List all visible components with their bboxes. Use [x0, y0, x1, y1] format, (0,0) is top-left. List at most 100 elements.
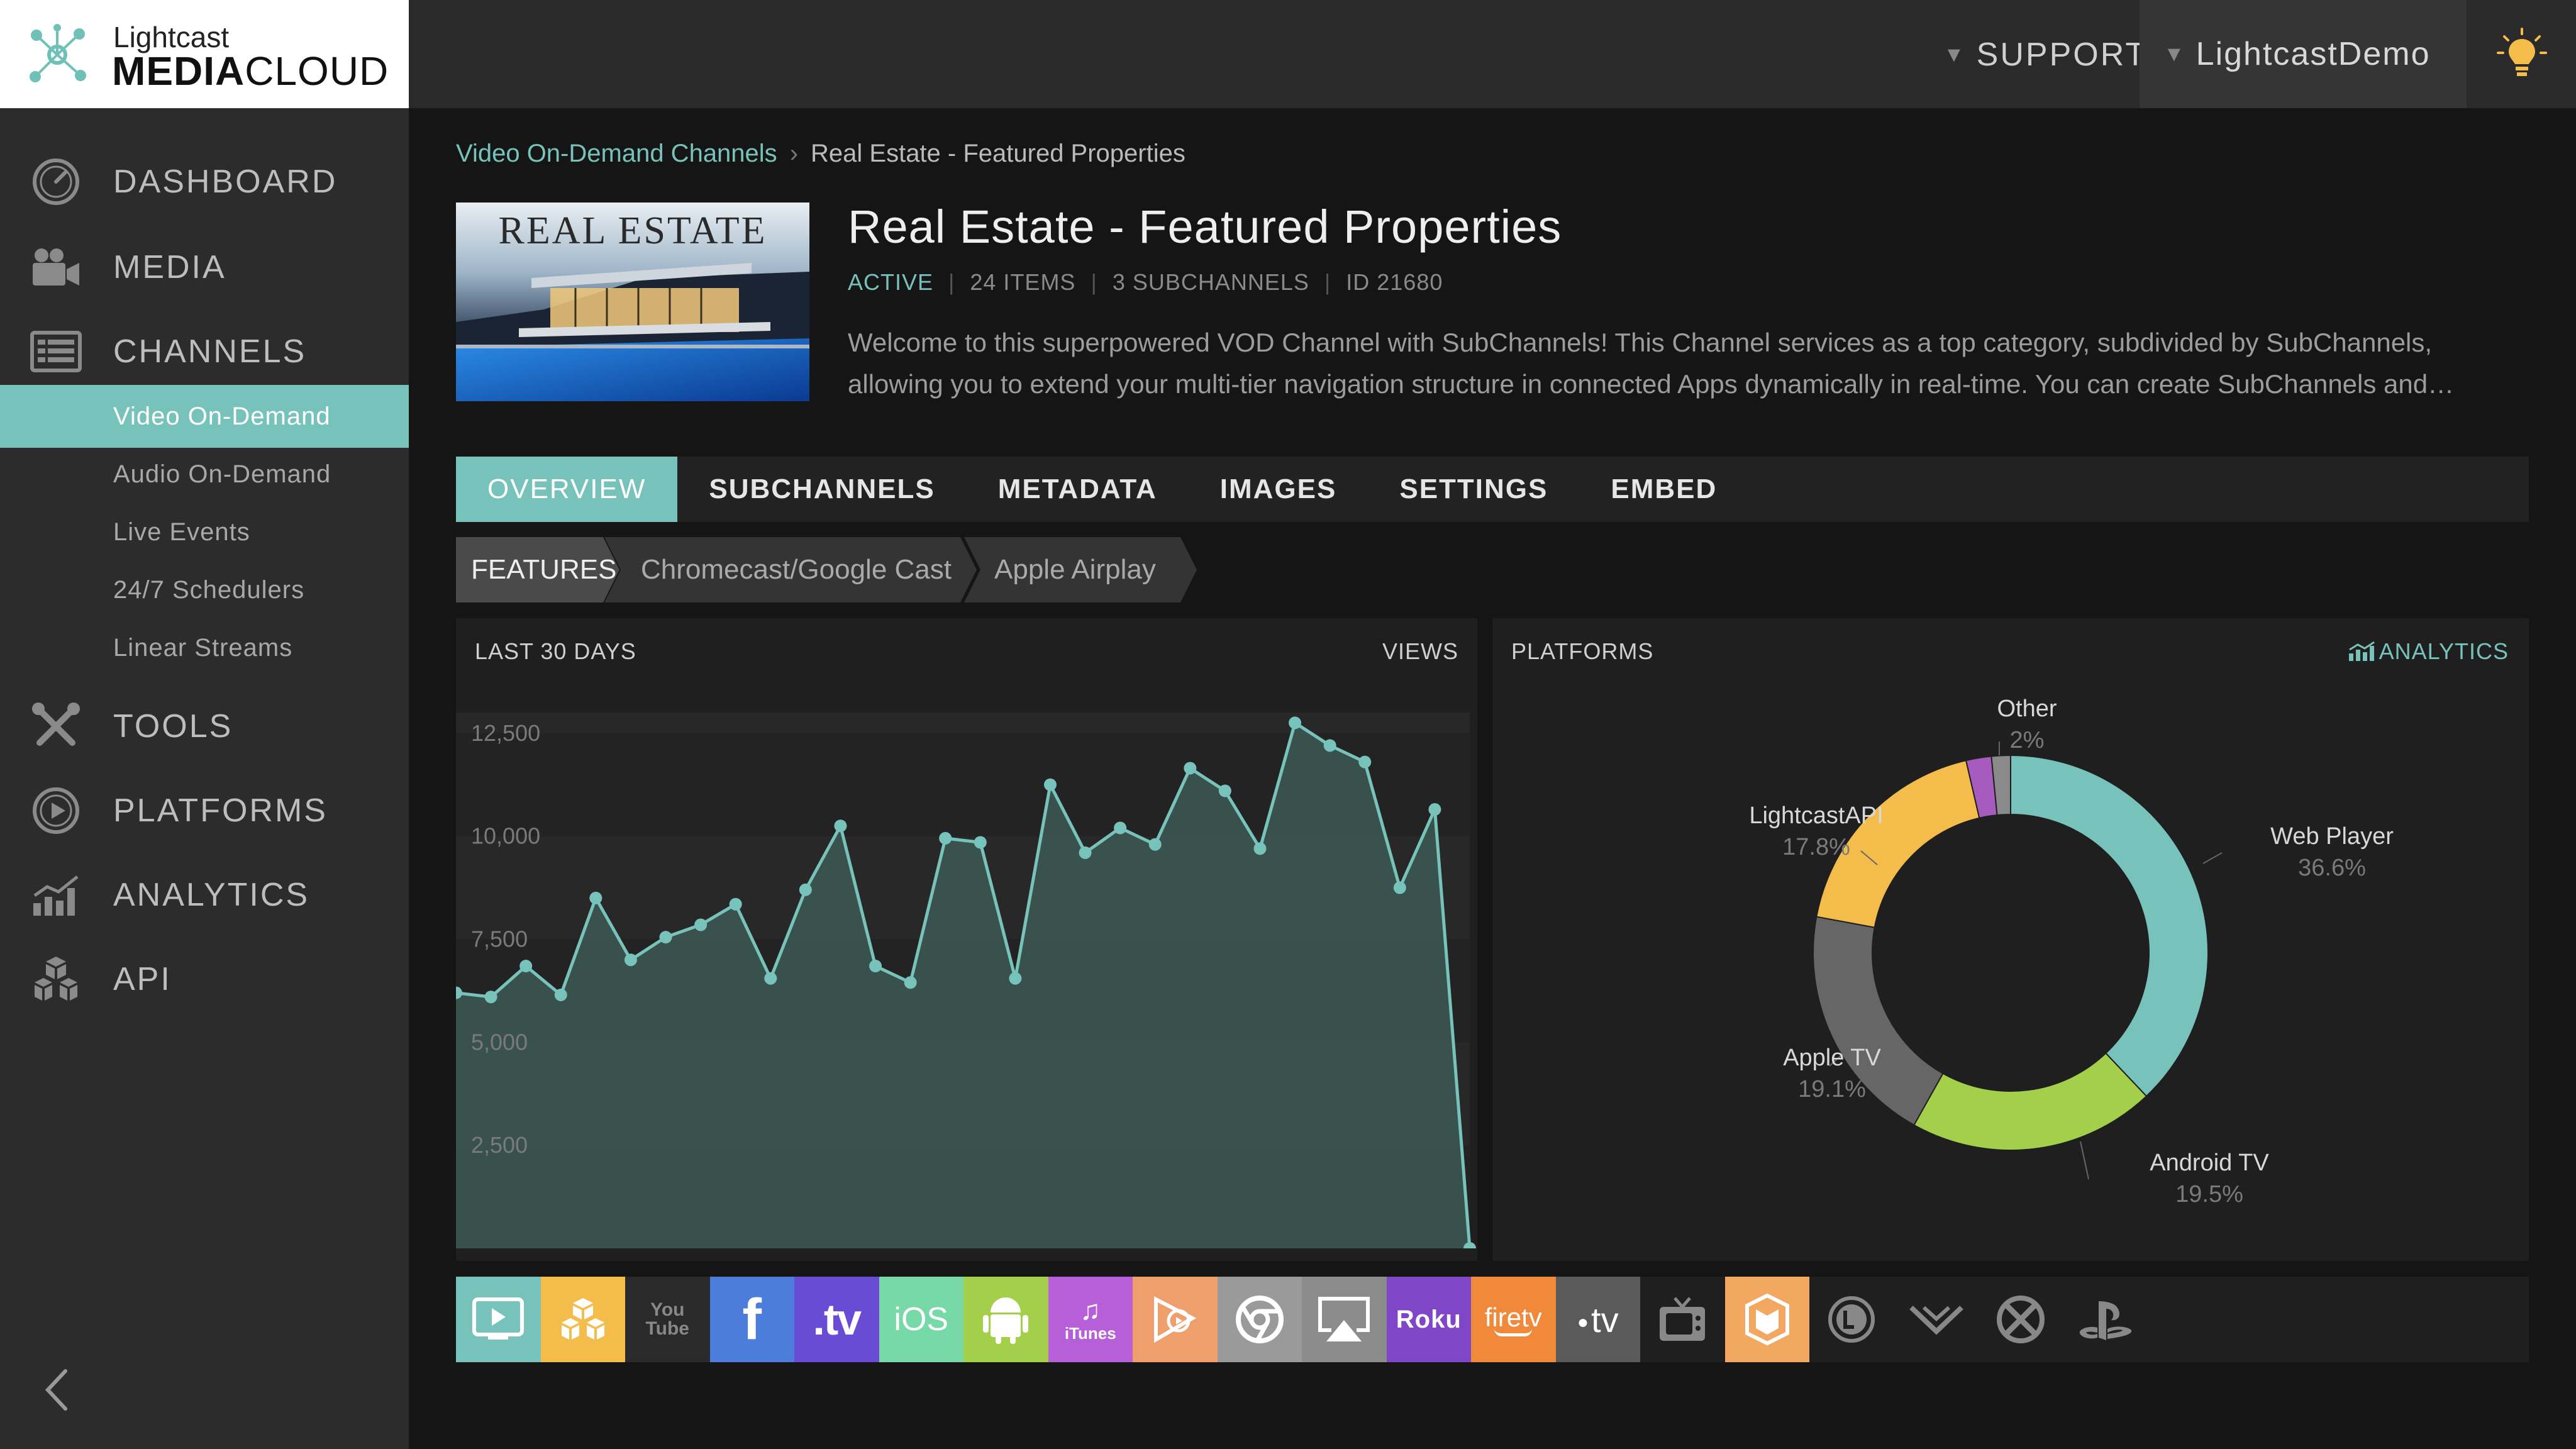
sidebar-item-dashboard[interactable]: DASHBOARD — [0, 147, 409, 216]
tab-subchannels[interactable]: SUBCHANNELS — [677, 457, 966, 522]
data-point[interactable] — [869, 960, 882, 973]
tv-player-icon[interactable] — [456, 1277, 541, 1362]
youtube-icon[interactable]: You Tube — [625, 1277, 710, 1362]
tab-settings[interactable]: SETTINGS — [1368, 457, 1579, 522]
data-point[interactable] — [1043, 778, 1057, 791]
playstation-icon[interactable] — [2063, 1277, 2148, 1362]
roku-icon[interactable]: Roku — [1386, 1277, 1471, 1362]
data-point[interactable] — [624, 953, 637, 967]
channels-icon — [30, 326, 82, 377]
android-icon[interactable] — [963, 1277, 1048, 1362]
sidebar-subitem-live-events[interactable]: Live Events — [0, 501, 409, 564]
sidebar-item-label: DASHBOARD — [113, 164, 338, 200]
sidebar-subitem-audio-on-demand[interactable]: Audio On-Demand — [0, 443, 409, 506]
data-point[interactable] — [834, 819, 847, 833]
xbox-icon[interactable] — [1979, 1277, 2063, 1362]
lg-icon[interactable] — [1809, 1277, 1894, 1362]
channel-meta: ACTIVE | 24 ITEMS | 3 SUBCHANNELS | ID 2… — [848, 269, 1443, 296]
google-play-icon[interactable] — [1133, 1277, 1218, 1362]
data-point[interactable] — [1323, 739, 1336, 752]
donut-slice[interactable] — [2010, 754, 2209, 1097]
sidebar-item-platforms[interactable]: PLATFORMS — [0, 776, 409, 845]
sidebar-item-analytics[interactable]: ANALYTICS — [0, 860, 409, 930]
data-point[interactable] — [1148, 838, 1162, 851]
sidebar-item-label: ANALYTICS — [113, 877, 310, 913]
data-point[interactable] — [1184, 762, 1197, 775]
dot-tv-label: .tv — [813, 1295, 862, 1344]
sidebar-item-channels[interactable]: CHANNELS — [0, 317, 409, 386]
data-point[interactable] — [694, 918, 708, 931]
data-point[interactable] — [659, 931, 672, 944]
sidebar-item-api[interactable]: API — [0, 945, 409, 1014]
slice-label: LightcastAPI — [1749, 802, 1883, 829]
vizio-icon[interactable] — [1894, 1277, 1979, 1362]
data-point[interactable] — [589, 891, 602, 904]
cubes-platform-icon[interactable] — [540, 1277, 625, 1362]
data-point[interactable] — [1428, 803, 1441, 816]
data-point[interactable] — [729, 897, 742, 911]
collapse-sidebar-chevron-icon[interactable] — [38, 1365, 75, 1415]
platforms-donut-chart: Web Player 36.6% Android TV 19.5% Apple TV 19… — [1749, 696, 2394, 1208]
brand-logo[interactable]: Lightcast MEDIACLOUD — [0, 0, 409, 108]
leader-line — [2080, 1141, 2089, 1180]
lightbulb-icon[interactable] — [2497, 28, 2547, 80]
slice-label: Apple TV — [1783, 1045, 1881, 1071]
data-point[interactable] — [1393, 881, 1406, 894]
meta-divider: | — [948, 269, 955, 295]
data-point[interactable] — [1079, 846, 1092, 859]
breadcrumb-parent-link[interactable]: Video On-Demand Channels — [456, 140, 777, 168]
data-point[interactable] — [939, 831, 952, 845]
slice-percent: 19.1% — [1798, 1076, 1866, 1102]
sidebar-item-tools[interactable]: TOOLS — [0, 692, 409, 761]
chart-band — [456, 713, 1470, 733]
data-point[interactable] — [1358, 755, 1372, 769]
data-point[interactable] — [764, 972, 777, 985]
slice-percent: 36.6% — [2298, 855, 2366, 881]
data-point[interactable] — [1218, 784, 1231, 797]
retro-tv-icon[interactable] — [1640, 1277, 1725, 1362]
sidebar-subitem-schedulers[interactable]: 24/7 Schedulers — [0, 558, 409, 621]
roku-label: Roku — [1396, 1305, 1462, 1333]
sidebar-subitem-video-on-demand[interactable]: Video On-Demand — [0, 385, 409, 448]
data-point[interactable] — [1114, 821, 1127, 835]
box-platform-icon[interactable] — [1724, 1277, 1809, 1362]
dot-tv-icon[interactable]: .tv — [794, 1277, 879, 1362]
data-point[interactable] — [974, 836, 987, 849]
airplay-icon[interactable] — [1302, 1277, 1387, 1362]
ios-icon[interactable]: iOS — [879, 1277, 963, 1362]
chrome-icon[interactable] — [1217, 1277, 1302, 1362]
firetv-icon[interactable]: firetv — [1471, 1277, 1556, 1362]
analytics-link-label: ANALYTICS — [2379, 638, 2509, 664]
ios-label: iOS — [894, 1301, 949, 1338]
data-point[interactable] — [484, 991, 497, 1004]
sidebar-subitem-linear-streams[interactable]: Linear Streams — [0, 616, 409, 679]
channel-thumbnail: REAL ESTATE — [456, 203, 809, 401]
user-menu[interactable]: ▼ LightcastDemo — [2140, 0, 2467, 108]
tab-images[interactable]: IMAGES — [1189, 457, 1368, 522]
data-point[interactable] — [1253, 842, 1267, 855]
sidebar-item-label: CHANNELS — [113, 333, 307, 370]
data-point[interactable] — [799, 883, 812, 896]
tools-icon — [30, 701, 82, 752]
sidebar-subitem-label: Linear Streams — [113, 633, 293, 662]
donut-slice[interactable] — [1913, 1052, 2148, 1151]
sidebar-item-label: PLATFORMS — [113, 792, 328, 829]
apple-tv-label: ●tv — [1577, 1299, 1619, 1340]
sidebar-item-media[interactable]: MEDIA — [0, 233, 409, 302]
data-point[interactable] — [554, 988, 567, 1001]
analytics-link[interactable]: ANALYTICS — [2348, 638, 2509, 665]
feature-apple-airplay[interactable]: Apple Airplay — [964, 537, 1197, 602]
data-point[interactable] — [519, 960, 533, 973]
tab-overview[interactable]: OVERVIEW — [456, 457, 678, 522]
itunes-icon[interactable]: iTunes ♫ — [1048, 1277, 1133, 1362]
tab-metadata[interactable]: METADATA — [967, 457, 1189, 522]
data-point[interactable] — [904, 976, 917, 989]
tab-embed[interactable]: EMBED — [1579, 457, 1748, 522]
support-menu[interactable]: ▼ SUPPORT — [1943, 33, 2147, 77]
apple-tv-icon[interactable]: ●tv — [1555, 1277, 1640, 1362]
data-point[interactable] — [1009, 972, 1022, 985]
feature-chromecast[interactable]: Chromecast/Google Cast — [604, 537, 977, 602]
smile-arrow-icon — [1494, 1329, 1533, 1336]
facebook-icon[interactable]: f — [709, 1277, 794, 1362]
data-point[interactable] — [1289, 716, 1302, 730]
